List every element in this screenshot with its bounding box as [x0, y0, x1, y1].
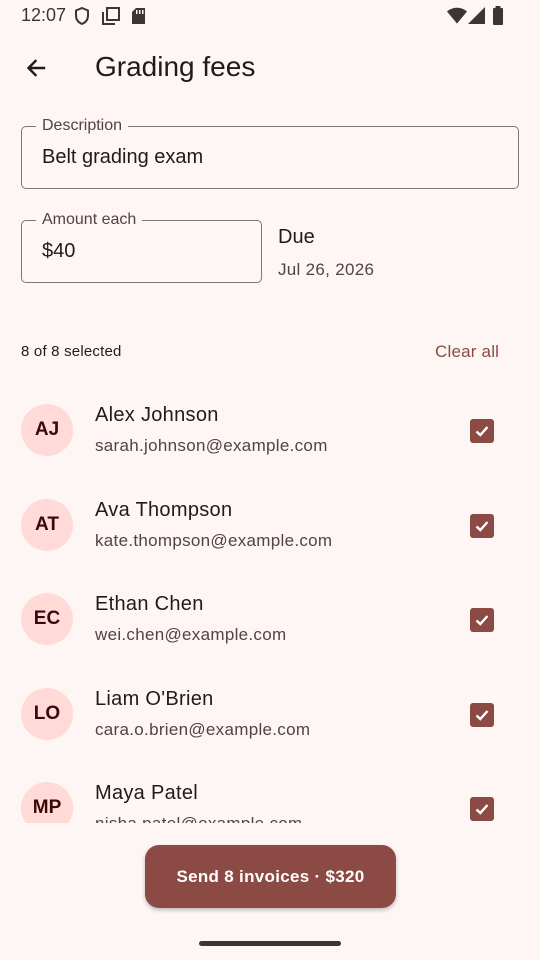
back-button[interactable] — [14, 46, 58, 90]
student-list-item[interactable]: AJ Alex Johnson sarah.johnson@example.com — [0, 382, 540, 477]
student-checkbox[interactable] — [470, 702, 494, 727]
screenshot-icon — [102, 7, 120, 25]
student-list-item[interactable]: MP Maya Patel nisha.patel@example.com — [0, 760, 540, 823]
clear-all-button[interactable]: Clear all — [435, 342, 499, 362]
amount-value: $40 — [42, 240, 76, 262]
student-email: nisha.patel@example.com — [95, 814, 302, 823]
sd-card-icon — [132, 8, 145, 24]
check-icon — [475, 804, 489, 815]
due-label: Due — [278, 226, 315, 248]
app-bar: Grading fees — [0, 36, 540, 100]
amount-label: Amount each — [36, 210, 143, 230]
check-icon — [475, 520, 489, 532]
description-label: Description — [36, 116, 129, 136]
student-name: Alex Johnson — [95, 404, 219, 426]
student-checkbox[interactable] — [470, 797, 494, 821]
student-checkbox[interactable] — [470, 419, 494, 443]
send-invoices-button[interactable]: Send 8 invoices · $320 — [145, 845, 396, 908]
student-email: sarah.johnson@example.com — [95, 436, 328, 455]
avatar: LO — [21, 687, 73, 740]
status-time: 12:07 — [21, 5, 67, 25]
arrow-left-icon — [26, 59, 46, 77]
student-checkbox[interactable] — [470, 608, 494, 632]
amount-field[interactable]: Amount each $40 — [21, 210, 262, 283]
student-name: Ethan Chen — [95, 593, 204, 615]
battery-icon — [493, 6, 503, 25]
student-list-item[interactable]: EC Ethan Chen wei.chen@example.com — [0, 571, 540, 666]
check-icon — [475, 426, 489, 437]
wifi-icon — [447, 7, 467, 24]
avatar: AJ — [21, 404, 73, 456]
signal-icon — [468, 7, 485, 24]
shield-icon — [75, 7, 89, 25]
check-icon — [475, 615, 489, 626]
student-list-item[interactable]: AT Ava Thompson kate.thompson@example.com — [0, 477, 540, 572]
student-name: Liam O'Brien — [95, 687, 214, 710]
student-list: AJ Alex Johnson sarah.johnson@example.com A… — [0, 382, 540, 823]
gesture-nav-handle — [199, 941, 341, 946]
student-name: Maya Patel — [95, 782, 199, 804]
description-value: Belt grading exam — [42, 146, 204, 168]
student-email: wei.chen@example.com — [95, 625, 287, 644]
due-date-picker[interactable]: Due Jul 26, 2026 — [278, 226, 374, 280]
student-email: kate.thompson@example.com — [95, 530, 333, 550]
avatar: MP — [21, 782, 73, 823]
selection-count: 8 of 8 selected — [21, 343, 122, 360]
student-name: Ava Thompson — [95, 498, 233, 521]
avatar: EC — [21, 593, 73, 645]
page-title: Grading fees — [95, 51, 256, 82]
status-bar: 12:07 — [0, 0, 540, 32]
student-email: cara.o.brien@example.com — [95, 719, 311, 739]
description-field[interactable]: Description Belt grading exam — [21, 116, 519, 189]
student-checkbox[interactable] — [470, 513, 494, 538]
check-icon — [475, 709, 489, 721]
due-date-value: Jul 26, 2026 — [278, 260, 375, 279]
avatar: AT — [21, 498, 73, 551]
student-list-item[interactable]: LO Liam O'Brien cara.o.brien@example.com — [0, 666, 540, 761]
